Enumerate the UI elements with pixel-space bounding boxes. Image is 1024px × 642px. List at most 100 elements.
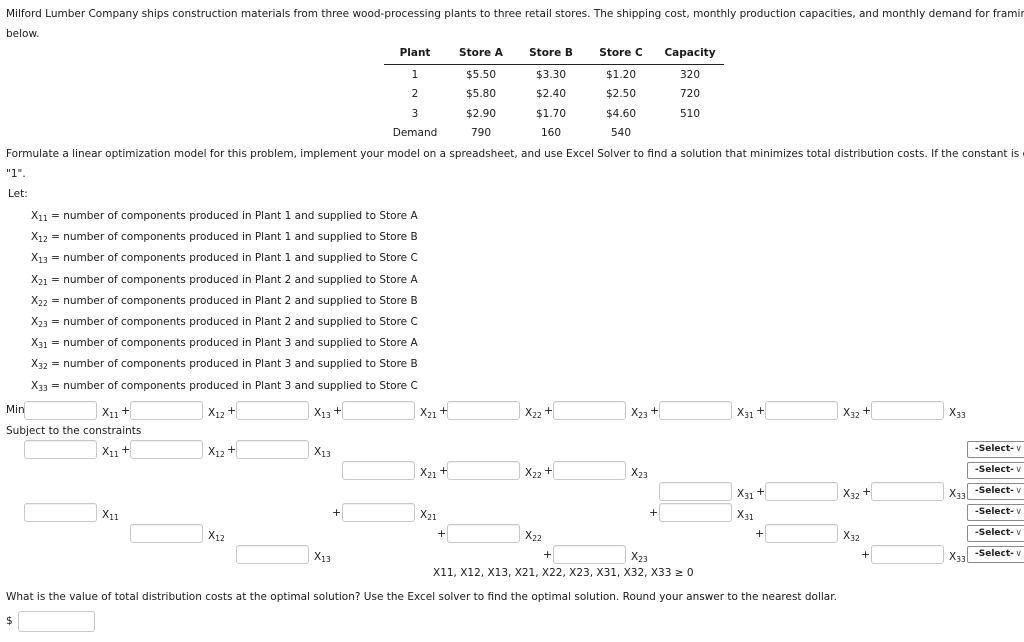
variable-subscript: 32 [38, 362, 48, 372]
col-header-plant: Plant [384, 44, 446, 65]
objective-coef-x33-box[interactable] [871, 401, 944, 420]
definition-text: = number of components produced in Plant… [47, 231, 418, 244]
variable-subscript: 12 [215, 450, 225, 459]
variable-label-x23: X23 [631, 466, 648, 483]
objective-coef-x13-box[interactable] [236, 401, 309, 420]
objective-coef-x12-input[interactable] [131, 402, 202, 419]
total-cost-answer-box[interactable] [18, 611, 98, 633]
constraint-store-c-coef-x13-input[interactable] [237, 546, 308, 563]
definition-x23: X23 = number of components produced in P… [31, 312, 418, 333]
objective-coef-x31-input[interactable] [660, 402, 731, 419]
constraint-plant-1-relation-select[interactable]: -Select- ∨ [967, 441, 1024, 458]
constraint-store-b-coef-x22-input[interactable] [448, 525, 519, 542]
objective-coef-x23-box[interactable] [553, 401, 626, 420]
constraint-plant-2-coef-x22-input[interactable] [448, 462, 519, 479]
objective-coef-x12-box[interactable] [130, 401, 203, 420]
definition-text: = number of components produced in Plant… [47, 358, 418, 371]
constraint-store-b-coef-x12-box[interactable] [130, 524, 203, 543]
objective-coef-x21-box[interactable] [342, 401, 415, 420]
select-label: -Select- [975, 444, 1014, 454]
constraint-plant-1-coef-x13-box[interactable] [236, 440, 309, 459]
constraint-plant-1-coef-x11-box[interactable] [24, 440, 97, 459]
objective-coef-x13-input[interactable] [237, 402, 308, 419]
constraint-plant-1-coef-x12-input[interactable] [131, 441, 202, 458]
constraint-store-c-coef-x23-input[interactable] [554, 546, 625, 563]
constraint-plant-3-coef-x32-box[interactable] [765, 482, 838, 501]
constraint-store-c-relation-select[interactable]: -Select- ∨ [967, 546, 1024, 563]
variable-label-x32: X32 [843, 406, 860, 423]
constraint-plant-2-coef-x22-box[interactable] [447, 461, 520, 480]
shipping-cost-table: Plant Store A Store B Store C Capacity 1… [384, 44, 724, 143]
constraint-plant-1-coef-x11-input[interactable] [25, 441, 96, 458]
constraint-plant-2-relation-select[interactable]: -Select- ∨ [967, 462, 1024, 479]
table-cell: $2.40 [535, 88, 567, 101]
constraint-store-a-relation-select[interactable]: -Select- ∨ [967, 504, 1024, 521]
table-cell: $2.90 [465, 107, 497, 120]
definition-text: = number of components produced in Plant… [47, 252, 418, 265]
plant-3-row: 3 $2.90 $1.70 $4.60 510 [384, 104, 724, 124]
constraint-store-b-coef-x22-box[interactable] [447, 524, 520, 543]
instructions-line-1: Formulate a linear optimization model fo… [6, 148, 1024, 160]
constraint-plant-2-coef-x23-input[interactable] [554, 462, 625, 479]
objective-coef-x11-input[interactable] [25, 402, 96, 419]
table-cell: $1.20 [605, 68, 637, 81]
let-label: Let: [8, 188, 28, 200]
constraint-plant-2-coef-x21-input[interactable] [343, 462, 414, 479]
objective-coef-x32-input[interactable] [766, 402, 837, 419]
constraint-plant-3-relation-select[interactable]: -Select- ∨ [967, 483, 1024, 500]
constraint-plant-2-coef-x23-box[interactable] [553, 461, 626, 480]
constraint-store-a-coef-x11-input[interactable] [25, 504, 96, 521]
constraint-store-a-coef-x31-input[interactable] [660, 504, 731, 521]
constraint-store-c-coef-x13-box[interactable] [236, 545, 309, 564]
objective-coef-x32-box[interactable] [765, 401, 838, 420]
constraint-store-c-coef-x33-input[interactable] [872, 546, 943, 563]
constraint-store-b-coef-x32-input[interactable] [766, 525, 837, 542]
constraint-plant-3-coef-x32-input[interactable] [766, 483, 837, 500]
variable-subscript: 22 [38, 298, 48, 308]
chevron-down-icon: ∨ [1015, 486, 1022, 496]
definition-x33: X33 = number of components produced in P… [31, 376, 418, 397]
variable-label-x21: X21 [420, 406, 437, 423]
constraint-plant-3-coef-x33-input[interactable] [872, 483, 943, 500]
total-cost-answer-input[interactable] [19, 612, 98, 633]
constraint-plant-1-coef-x13-input[interactable] [237, 441, 308, 458]
objective-coef-x11-box[interactable] [24, 401, 97, 420]
objective-coef-x31-box[interactable] [659, 401, 732, 420]
constraint-plant-2-coef-x21-box[interactable] [342, 461, 415, 480]
constraint-store-b-coef-x32-box[interactable] [765, 524, 838, 543]
constraint-plant-3-coef-x31-box[interactable] [659, 482, 732, 501]
constraint-store-a-coef-x11-box[interactable] [24, 503, 97, 522]
constraint-store-a-coef-x21-input[interactable] [343, 504, 414, 521]
constraint-plant-3-coef-x33-box[interactable] [871, 482, 944, 501]
constraint-plant-1-coef-x12-box[interactable] [130, 440, 203, 459]
objective-coef-x21-input[interactable] [343, 402, 414, 419]
constraint-store-a-coef-x21-box[interactable] [342, 503, 415, 522]
constraint-store-b-coef-x12-input[interactable] [131, 525, 202, 542]
variable-subscript: 22 [532, 534, 542, 543]
objective-coef-x33-input[interactable] [872, 402, 943, 419]
table-cell: 540 [610, 127, 632, 140]
definition-text: = number of components produced in Plant… [47, 273, 418, 286]
variable-label-x31: X31 [737, 508, 754, 525]
objective-coef-x23-input[interactable] [554, 402, 625, 419]
variable-subscript: 12 [215, 534, 225, 543]
variable-label-x13: X13 [314, 445, 331, 462]
plant-1-row: 1 $5.50 $3.30 $1.20 320 [384, 65, 724, 85]
table-cell: $5.50 [465, 68, 497, 81]
definition-x31: X31 = number of components produced in P… [31, 333, 418, 354]
objective-coef-x22-box[interactable] [447, 401, 520, 420]
constraint-store-c-coef-x33-box[interactable] [871, 545, 944, 564]
variable-subscript: 31 [744, 411, 754, 420]
variable-label-x13: X13 [314, 406, 331, 423]
constraint-store-b-relation-select[interactable]: -Select- ∨ [967, 525, 1024, 542]
table-cell: 1 [411, 68, 419, 81]
constraint-plant-3-coef-x31-input[interactable] [660, 483, 731, 500]
variable-label-x21: X21 [420, 508, 437, 525]
objective-coef-x22-input[interactable] [448, 402, 519, 419]
variable-label-x13: X13 [314, 550, 331, 567]
variable-label-x11: X11 [102, 406, 119, 423]
chevron-down-icon: ∨ [1015, 507, 1022, 517]
table-cell: 160 [540, 127, 562, 140]
constraint-store-c-coef-x23-box[interactable] [553, 545, 626, 564]
constraint-store-a-coef-x31-box[interactable] [659, 503, 732, 522]
